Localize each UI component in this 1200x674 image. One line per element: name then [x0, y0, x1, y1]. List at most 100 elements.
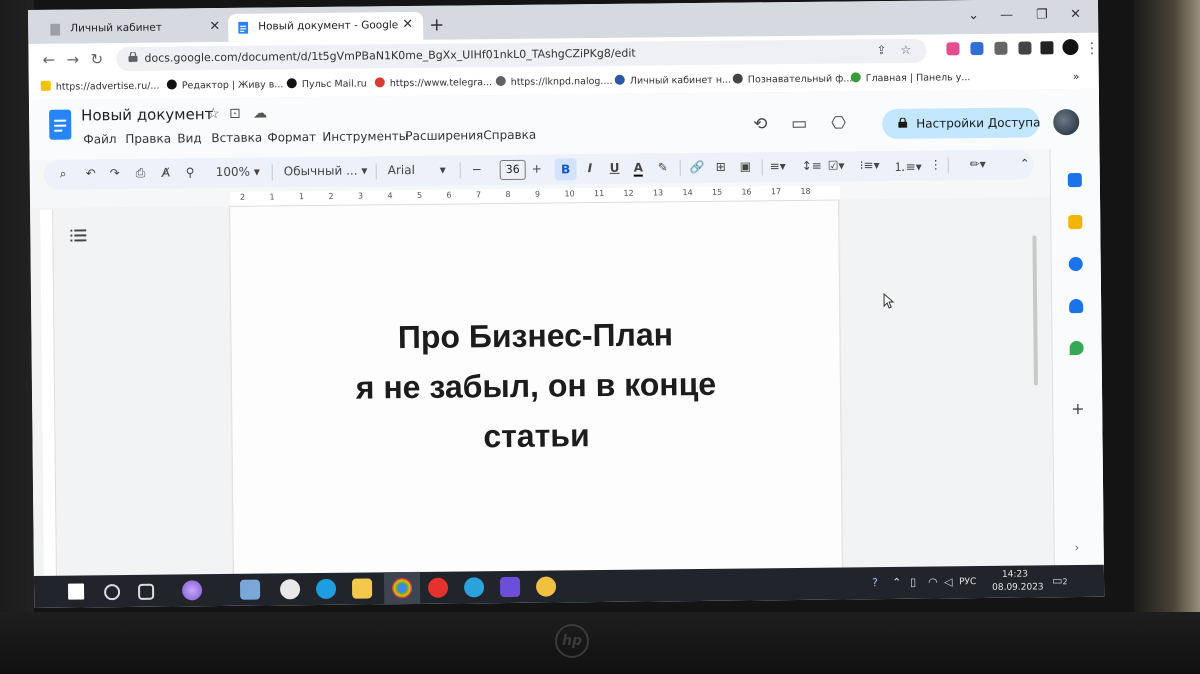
numbered-list-icon[interactable]: ⒈≡▾: [894, 158, 922, 175]
opera-icon[interactable]: [427, 577, 449, 598]
help-icon[interactable]: ?: [872, 576, 878, 589]
search-menus-icon[interactable]: ⌕: [60, 167, 67, 182]
menu-insert[interactable]: Вставка: [211, 131, 262, 146]
spellcheck-icon[interactable]: A̸: [162, 166, 170, 180]
restore-icon[interactable]: ❐: [1036, 7, 1048, 22]
show-hidden-icons-icon[interactable]: ⌃: [892, 576, 901, 589]
new-tab-button[interactable]: +: [429, 15, 444, 36]
back-arrow-icon[interactable]: ←: [42, 51, 55, 69]
bookmark-item[interactable]: Главная | Панель у...: [850, 71, 970, 84]
extension-icon[interactable]: [946, 42, 960, 56]
bookmarks-more-icon[interactable]: »: [1073, 70, 1080, 83]
meet-camera-icon[interactable]: ⎔: [831, 113, 846, 133]
menu-edit[interactable]: Правка: [125, 132, 171, 146]
google-docs-logo-icon[interactable]: [49, 109, 72, 140]
share-page-icon[interactable]: ⇪: [876, 43, 886, 57]
profile-avatar[interactable]: [1062, 39, 1079, 56]
battery-icon[interactable]: ▯: [910, 576, 916, 589]
telegram-icon[interactable]: [463, 577, 485, 598]
menu-tools[interactable]: Инструменты: [322, 129, 408, 144]
align-center-icon[interactable]: ≡▾: [770, 159, 786, 173]
bookmark-item[interactable]: https://www.telegra...: [374, 76, 492, 89]
share-button[interactable]: Настройки Доступа: [882, 107, 1041, 140]
insert-image-icon[interactable]: ▣: [740, 159, 751, 173]
tab-lichny-kabinet[interactable]: Личный кабинет ✕: [40, 14, 230, 44]
app-icon[interactable]: [535, 576, 557, 597]
line-spacing-icon[interactable]: ↕≡: [802, 159, 822, 173]
bookmark-item[interactable]: https://lknpd.nalog....: [495, 75, 613, 88]
app-icon[interactable]: [499, 576, 521, 598]
tasks-icon[interactable]: [1068, 256, 1083, 272]
forward-arrow-icon[interactable]: →: [66, 50, 79, 68]
link-icon[interactable]: 🔗: [690, 160, 705, 174]
add-comment-icon[interactable]: ⊞: [716, 160, 726, 174]
tab-search-icon[interactable]: ⌄: [968, 8, 979, 23]
clock-time[interactable]: 14:23: [1002, 570, 1028, 580]
contacts-icon[interactable]: [1069, 298, 1084, 314]
keep-icon[interactable]: [1068, 214, 1083, 230]
tab-google-docs[interactable]: Новый документ - Google Доку ✕: [228, 11, 424, 42]
bookmark-star-icon[interactable]: ☆: [900, 43, 911, 57]
yandex-browser-icon[interactable]: [279, 579, 301, 600]
move-folder-icon[interactable]: ⊡: [229, 106, 241, 122]
extension-icon[interactable]: [994, 41, 1008, 55]
notifications-icon[interactable]: ▭2: [1052, 574, 1068, 587]
star-icon[interactable]: ☆: [207, 106, 220, 122]
chevron-right-icon[interactable]: ›: [1075, 541, 1080, 554]
clock-date[interactable]: 08.09.2023: [992, 582, 1044, 593]
volume-icon[interactable]: ◁: [944, 575, 953, 588]
font-size-input[interactable]: 36: [499, 159, 526, 181]
reload-icon[interactable]: ↻: [90, 50, 103, 68]
maps-icon[interactable]: [1069, 340, 1084, 356]
menu-file[interactable]: Файл: [83, 132, 116, 146]
bulleted-list-icon[interactable]: ⁝≡▾: [860, 158, 880, 172]
calendar-icon[interactable]: [1067, 172, 1082, 188]
puzzle-icon[interactable]: [1018, 41, 1032, 55]
add-addon-icon[interactable]: +: [1071, 399, 1085, 418]
redo-icon[interactable]: ↷: [110, 166, 120, 180]
menu-extensions[interactable]: Расширения: [405, 128, 483, 143]
search-icon[interactable]: [104, 584, 121, 601]
bookmark-item[interactable]: Личный кабинет н...: [614, 74, 731, 87]
account-avatar[interactable]: [1053, 108, 1080, 136]
bold-button[interactable]: B: [554, 158, 577, 181]
increase-font-size-icon[interactable]: +: [532, 162, 542, 176]
checklist-icon[interactable]: ☑▾: [828, 158, 845, 172]
file-explorer-icon[interactable]: [351, 578, 373, 599]
close-tab-icon[interactable]: ✕: [402, 17, 413, 32]
side-panel-icon[interactable]: [1040, 41, 1054, 55]
highlight-icon[interactable]: ✎: [658, 160, 668, 174]
chevron-down-icon[interactable]: ▾: [440, 163, 446, 177]
paint-format-icon[interactable]: ⚲: [186, 165, 195, 179]
close-window-icon[interactable]: ✕: [1070, 7, 1081, 22]
editing-mode-icon[interactable]: ✏▾: [970, 157, 986, 171]
minimize-icon[interactable]: —: [1000, 8, 1013, 23]
translate-extension-icon[interactable]: [970, 41, 984, 56]
undo-icon[interactable]: ↶: [86, 166, 96, 180]
document-outline-icon[interactable]: [70, 229, 87, 242]
document-body[interactable]: Про Бизнес-План я не забыл, он в конце с…: [231, 308, 841, 464]
print-icon[interactable]: ⎙: [136, 166, 146, 181]
italic-button[interactable]: I: [588, 161, 593, 175]
chrome-icon[interactable]: [391, 578, 413, 599]
font-select[interactable]: Arial: [388, 163, 415, 177]
text-color-button[interactable]: A: [633, 160, 644, 177]
input-language[interactable]: РУС: [959, 577, 976, 587]
collapse-menus-icon[interactable]: ⌃: [1020, 157, 1030, 171]
underline-button[interactable]: U: [610, 161, 620, 175]
task-view-icon[interactable]: [138, 583, 155, 600]
edge-icon[interactable]: [315, 578, 337, 600]
menu-view[interactable]: Вид: [177, 131, 201, 145]
address-bar[interactable]: docs.google.com/document/d/1t5gVmPBaN1K0…: [116, 38, 927, 72]
document-title[interactable]: Новый документ: [81, 105, 213, 124]
alice-assistant-icon[interactable]: [181, 580, 203, 601]
kebab-menu-icon[interactable]: ⋮: [1084, 39, 1099, 57]
bookmark-item[interactable]: https://advertise.ru/...: [40, 80, 160, 93]
document-page[interactable]: Про Бизнес-План я не забыл, он в конце с…: [230, 199, 842, 576]
bookmark-item[interactable]: Познавательный ф...: [732, 72, 852, 85]
cloud-saved-icon[interactable]: ☁: [253, 106, 267, 122]
zoom-select[interactable]: 100% ▾: [216, 165, 260, 179]
bookmark-item[interactable]: Пульс Mail.ru: [286, 77, 367, 90]
decrease-font-size-icon[interactable]: −: [472, 162, 482, 176]
menu-format[interactable]: Формат: [267, 130, 316, 145]
